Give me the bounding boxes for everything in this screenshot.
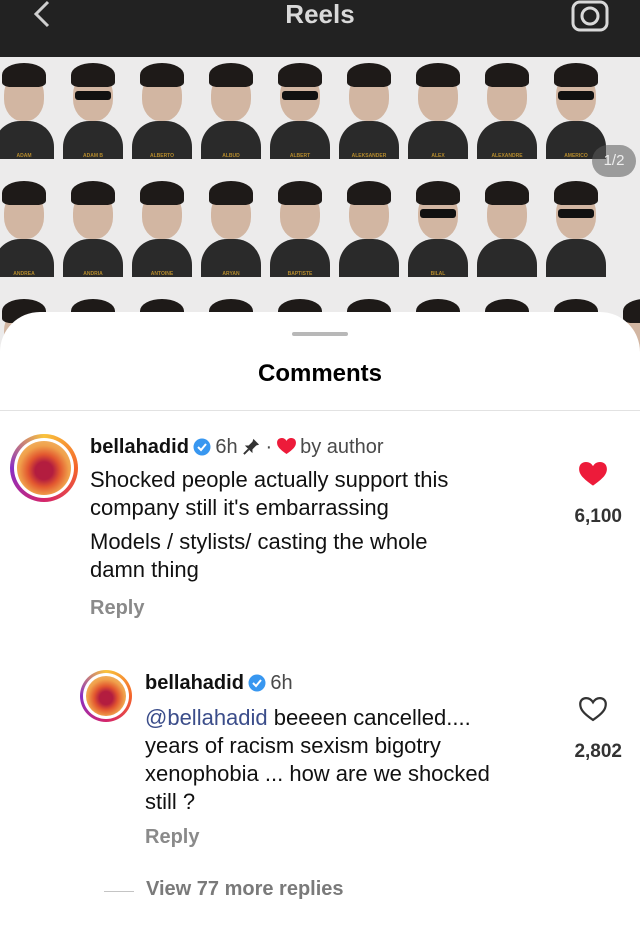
pin-icon: [243, 438, 260, 455]
verified-badge-icon: [193, 438, 211, 456]
page-title: Reels: [285, 0, 355, 29]
comments-sheet: Comments bellahadid 6h · by author Shock…: [0, 312, 640, 927]
username[interactable]: bellahadid: [90, 436, 189, 458]
divider: [0, 410, 640, 411]
model-name-label: BILAL: [430, 271, 446, 277]
reel-model-portrait: [544, 177, 608, 277]
camera-icon[interactable]: [570, 0, 610, 32]
model-name-label: ANDREA: [13, 271, 35, 277]
reel-model-portrait: ALEKSANDER: [337, 59, 401, 159]
comment-header: bellahadid 6h: [145, 672, 293, 695]
model-name-label: ALEX: [431, 153, 445, 159]
comment-line: Shocked people actually support this: [90, 467, 449, 492]
model-name-label: ALBERT: [289, 153, 311, 159]
comment-line: years of racism sexism bigotry: [145, 733, 441, 758]
comment-time: 6h: [270, 672, 293, 694]
model-name-label: ALEKSANDER: [351, 153, 387, 159]
model-name-label: ALBERTO: [149, 153, 175, 159]
view-more-replies-button[interactable]: View 77 more replies: [146, 878, 344, 901]
divider: [104, 891, 134, 892]
reel-model-portrait: ALBERT: [268, 59, 332, 159]
reel-model-portrait: [337, 177, 401, 277]
author-like-label: by author: [300, 436, 384, 458]
comment-line: damn thing: [90, 557, 199, 582]
comment-time: 6h: [215, 436, 238, 458]
comment-header: bellahadid 6h · by author: [90, 436, 383, 459]
like-count: 6,100: [574, 506, 622, 527]
comment-text: Shocked people actually support this com…: [90, 466, 448, 522]
verified-badge-icon: [248, 674, 266, 692]
reel-model-portrait: ARYAN: [199, 177, 263, 277]
separator-dot: ·: [265, 436, 273, 458]
reel-model-portrait: ALBUD: [199, 59, 263, 159]
model-name-label: ALEXANDRE: [491, 153, 523, 159]
model-name-label: ARYAN: [222, 271, 240, 277]
reel-pager: 1/2: [592, 145, 636, 177]
username[interactable]: bellahadid: [145, 672, 244, 694]
reel-model-portrait: ANTOINE: [130, 177, 194, 277]
avatar[interactable]: [80, 670, 132, 722]
reel-model-portrait: [475, 177, 539, 277]
comment-line: @bellahadid beeeen cancelled....: [145, 704, 490, 732]
reel-model-portrait: ANDREA: [0, 177, 56, 277]
like-heart-icon[interactable]: [579, 462, 607, 487]
comment-text-rest: beeeen cancelled....: [267, 705, 471, 730]
like-heart-icon[interactable]: [579, 697, 607, 722]
model-name-label: ANTOINE: [150, 271, 174, 277]
model-name-label: BAPTISTE: [287, 271, 313, 277]
reel-model-portrait: BAPTISTE: [268, 177, 332, 277]
comment-text: @bellahadid beeeen cancelled.... years o…: [145, 704, 490, 816]
like-count: 2,802: [574, 741, 622, 762]
avatar[interactable]: [10, 434, 78, 502]
drag-handle[interactable]: [292, 332, 348, 336]
reply-button[interactable]: Reply: [145, 826, 199, 849]
model-name-label: ANDRIA: [83, 271, 103, 277]
reply-button[interactable]: Reply: [90, 597, 144, 620]
reel-model-portrait: ADAM: [0, 59, 56, 159]
model-name-label: ALBUD: [222, 153, 240, 159]
reel-model-portrait: ALBERTO: [130, 59, 194, 159]
reel-model-portrait: ANDRIA: [61, 177, 125, 277]
reel-model-portrait: ADAM B: [61, 59, 125, 159]
model-name-label: ADAM B: [83, 153, 103, 159]
comment-line: company still it's embarrassing: [90, 495, 389, 520]
comment-line: still ?: [145, 789, 196, 814]
comment-text: Models / stylists/ casting the whole dam…: [90, 528, 427, 584]
mention-link[interactable]: @bellahadid: [145, 705, 268, 730]
sheet-title: Comments: [257, 360, 383, 387]
reel-model-portrait: ALEX: [406, 59, 470, 159]
heart-icon: [276, 438, 296, 455]
reel-model-portrait: AMERICO: [544, 59, 608, 159]
model-name-label: ADAM: [16, 153, 32, 159]
reels-top-bar: Reels: [0, 0, 640, 57]
comment-line: Models / stylists/ casting the whole: [90, 529, 428, 554]
comment-line: xenophobia ... how are we shocked: [145, 761, 490, 786]
reel-model-portrait: BILAL: [406, 177, 470, 277]
reel-model-portrait: ALEXANDRE: [475, 59, 539, 159]
